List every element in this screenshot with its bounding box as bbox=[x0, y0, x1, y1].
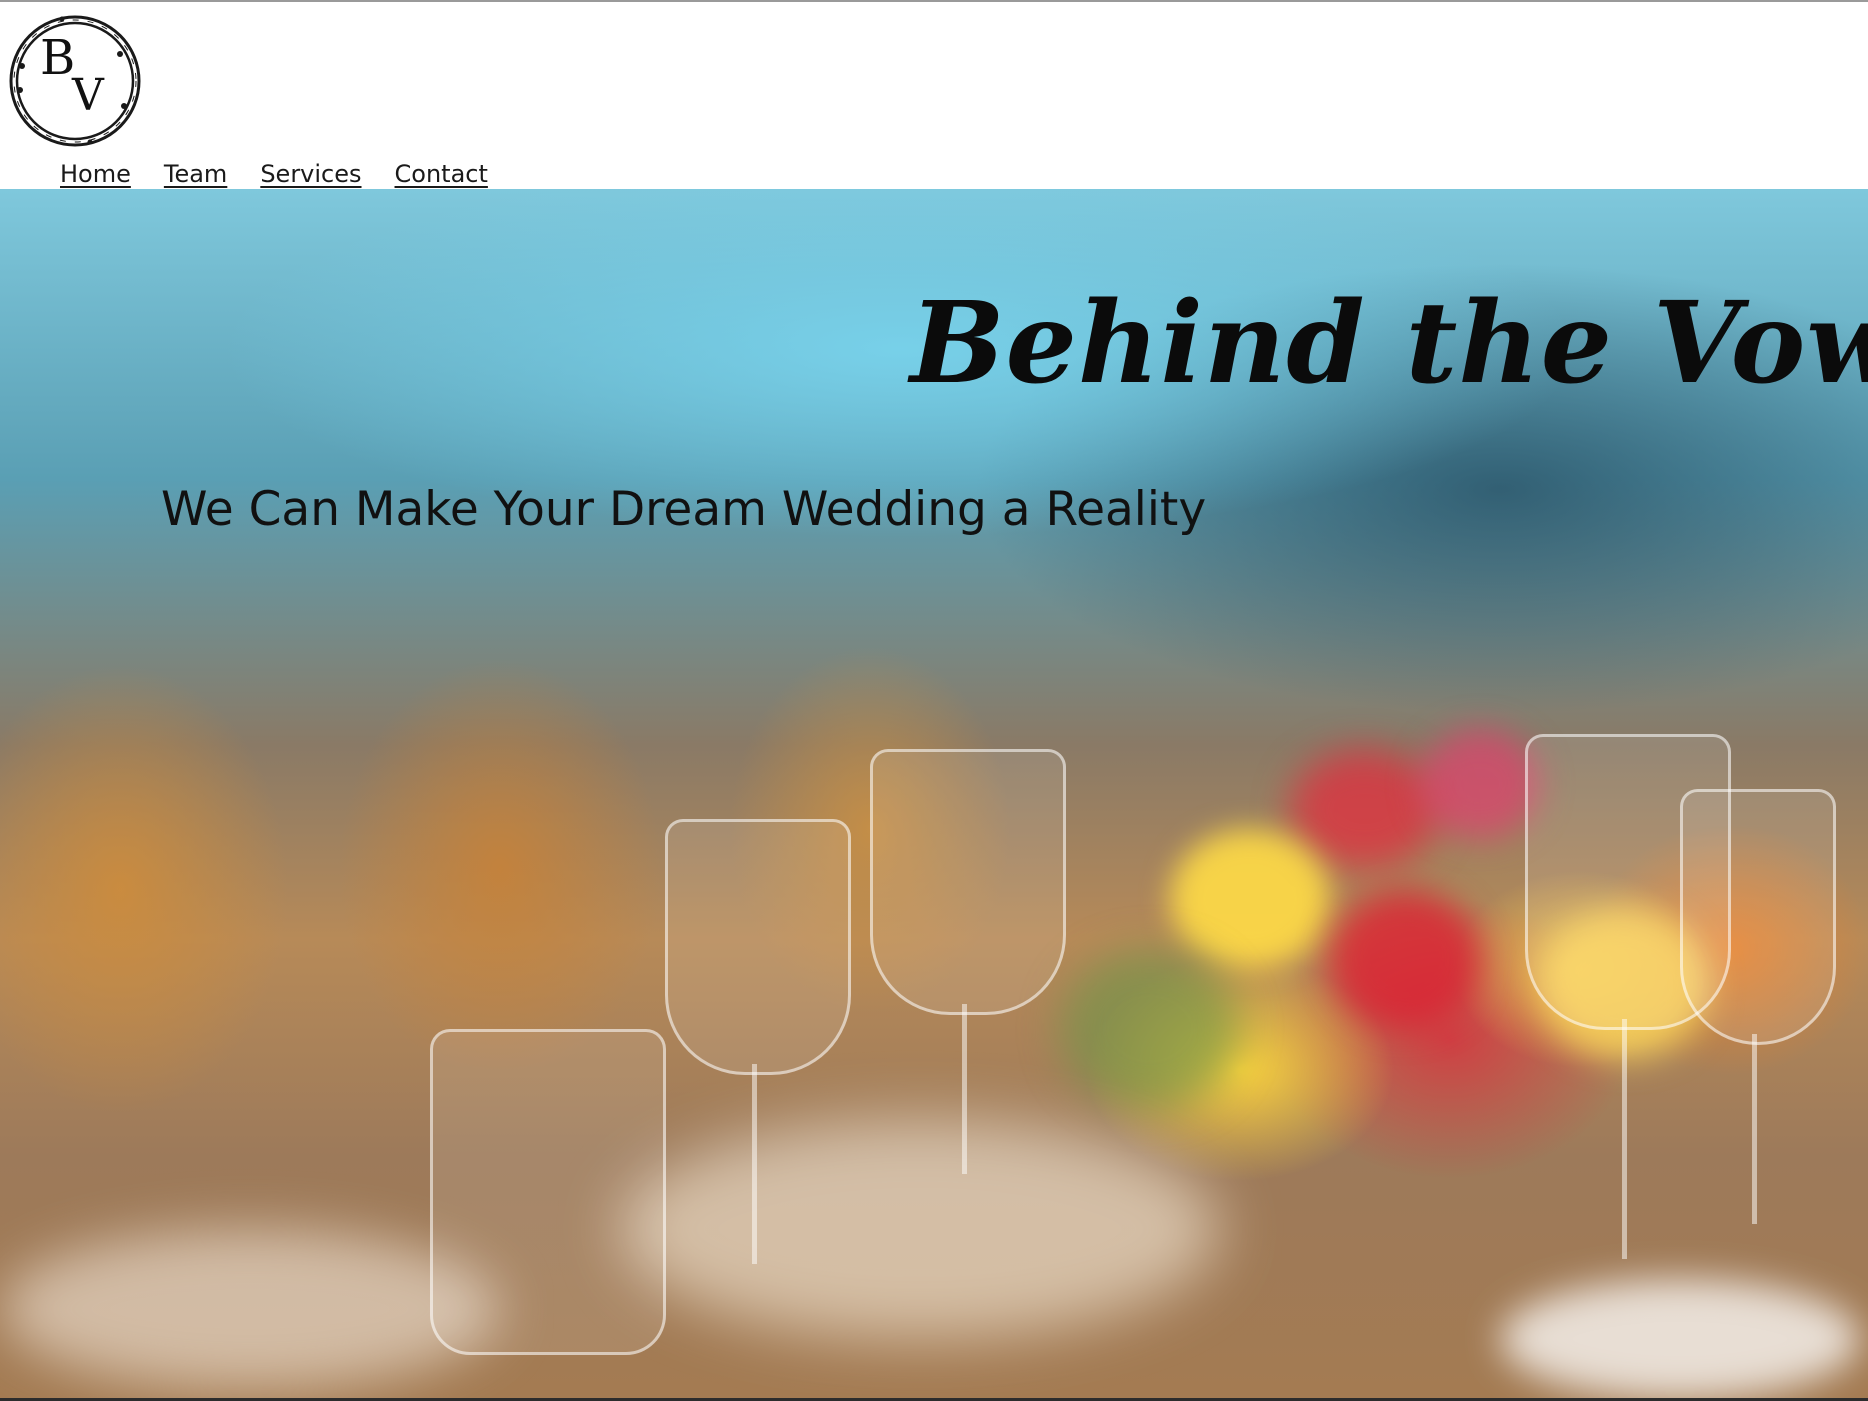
nav-link-team[interactable]: Team bbox=[164, 160, 227, 190]
logo-letter-v: V bbox=[71, 70, 105, 121]
hero-subtitle: We Can Make Your Dream Wedding a Reality bbox=[161, 482, 1207, 537]
hero-banner: Behind the Vows We Can Make Your Dream W… bbox=[0, 189, 1868, 1398]
nav-link-home[interactable]: Home bbox=[60, 160, 131, 190]
bv-logo[interactable]: B V bbox=[2, 8, 148, 154]
logo-letter-b: B bbox=[40, 30, 75, 86]
nav-link-contact[interactable]: Contact bbox=[395, 160, 488, 190]
logo-wreath-icon: B V bbox=[9, 15, 141, 147]
hero-title: Behind the Vows bbox=[910, 278, 1868, 409]
nav-link-services[interactable]: Services bbox=[260, 160, 361, 190]
main-nav: Home Team Services Contact bbox=[60, 160, 488, 190]
site-header: B V Home Team Services Contact bbox=[0, 2, 1868, 189]
